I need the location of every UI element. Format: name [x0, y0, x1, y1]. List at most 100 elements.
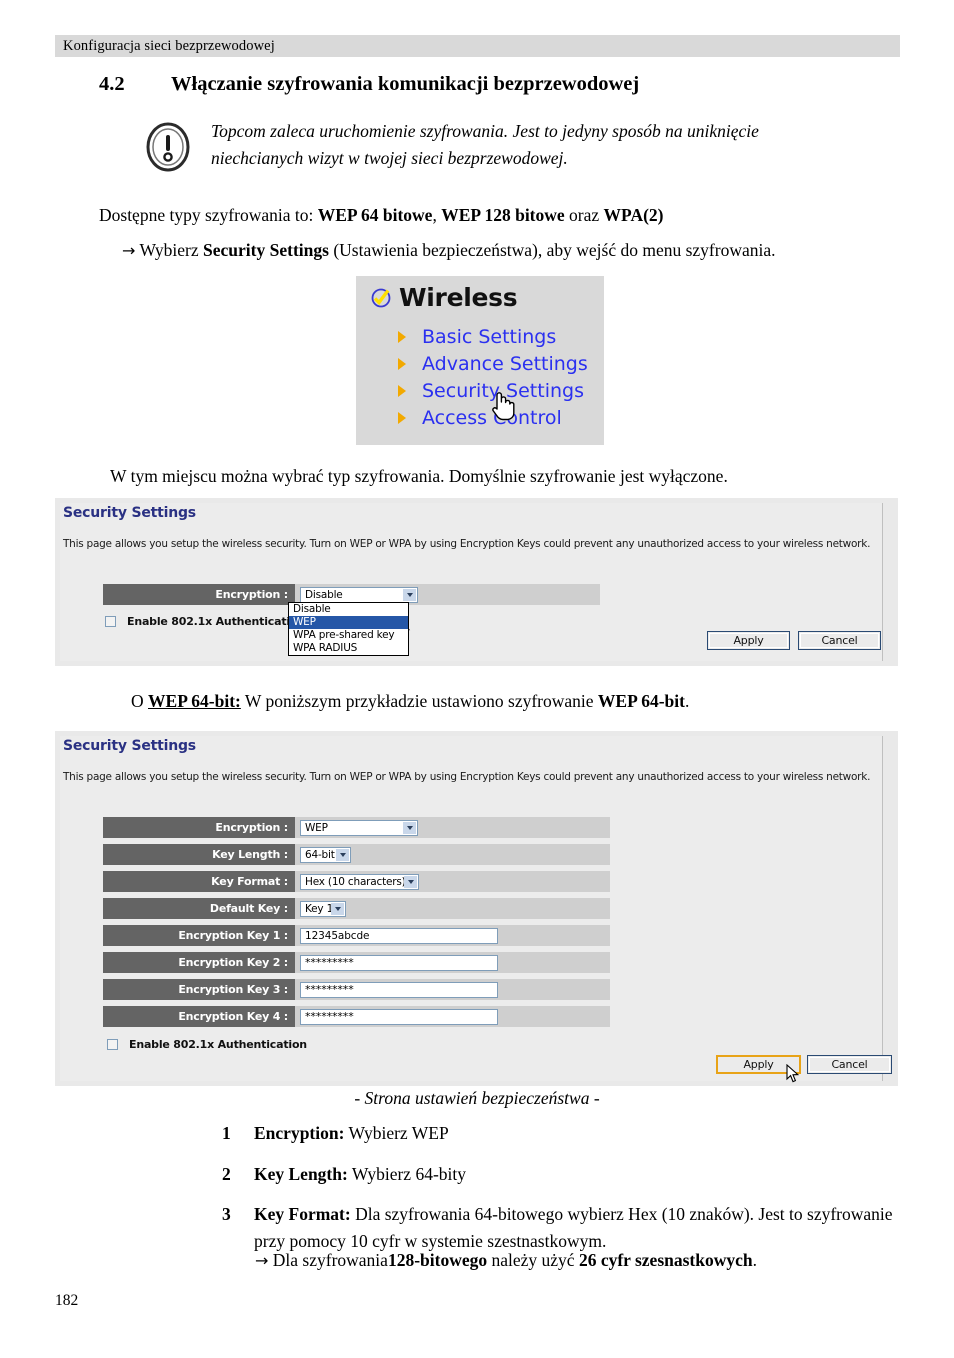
- dropdown-option-wpa-radius[interactable]: WPA RADIUS: [289, 642, 408, 655]
- encryption-select[interactable]: Disable: [300, 586, 418, 603]
- figure-caption: - Strona ustawień bezpieczeństwa -: [354, 1088, 600, 1108]
- wep64-label: WEP 64-bit:: [148, 691, 241, 711]
- step-text: Dla szyfrowania 64-bitowego wybierz Hex …: [254, 1204, 893, 1251]
- sub-note-end: .: [752, 1250, 758, 1270]
- sidebar-item-label: Access Control: [422, 406, 562, 429]
- encryption-dropdown-list[interactable]: Disable WEP WPA pre-shared key WPA RADIU…: [288, 602, 409, 656]
- panel-2-encryption-key-1-control: 12345abcde: [295, 925, 610, 946]
- encryption-key-2-input[interactable]: *********: [300, 954, 498, 971]
- panel-2-default-key-control: Key 1: [295, 898, 610, 919]
- sidebar-item-label: Security Settings: [422, 379, 584, 402]
- apply-button[interactable]: Apply: [716, 1055, 801, 1074]
- types-bold-3: WPA(2): [603, 205, 664, 225]
- step-index: 3: [222, 1204, 231, 1225]
- panel-2-encryption-key-2-control: *********: [295, 952, 610, 973]
- cancel-button[interactable]: Cancel: [798, 631, 881, 650]
- panel-1-title: Security Settings: [63, 505, 196, 521]
- paragraph-select-security-settings: → Wybierz Security Settings (Ustawienia …: [122, 237, 776, 263]
- dropdown-option-wpa-psk[interactable]: WPA pre-shared key: [289, 629, 408, 642]
- chevron-down-icon: [403, 588, 416, 601]
- panel-2-encryption-key-3-label: Encryption Key 3 :: [103, 979, 295, 1000]
- step-bold: Key Length:: [254, 1163, 348, 1184]
- encryption-key-4-input[interactable]: *********: [300, 1008, 498, 1025]
- wep64-mid: W poniższym przykładzie ustawiono szyfro…: [240, 691, 598, 711]
- panel-2-key-format-row: Key Format : Hex (10 characters): [103, 871, 610, 892]
- panel-2-encryption-control: WEP: [295, 817, 610, 838]
- sub-note-bold-1: 128-bitowego: [387, 1250, 488, 1270]
- panel-2-encryption-key-4-control: *********: [295, 1006, 610, 1027]
- triangle-bullet-icon: [398, 330, 414, 343]
- key-format-select[interactable]: Hex (10 characters): [300, 873, 419, 890]
- panel-2-encryption-key-1-label: Encryption Key 1 :: [103, 925, 295, 946]
- panel-1-8021x-checkbox-row[interactable]: Enable 802.1x Authentication: [105, 615, 305, 628]
- sidebar-item-basic-settings[interactable]: Basic Settings: [398, 323, 588, 350]
- choose-text: W tym miejscu można wybrać typ szyfrowan…: [110, 466, 728, 486]
- cancel-button[interactable]: Cancel: [807, 1055, 892, 1074]
- running-head-text: Konfiguracja sieci bezprzewodowej: [63, 37, 275, 54]
- enable-8021x-label: Enable 802.1x Authentication: [129, 1038, 307, 1051]
- step-body: Key Format: Dla szyfrowania 64-bitowego …: [254, 1201, 902, 1254]
- chevron-down-icon: [331, 902, 344, 915]
- sidebar-item-access-control[interactable]: Access Control: [398, 404, 588, 431]
- panel-2-title: Security Settings: [63, 738, 196, 754]
- sub-note-mid: należy użyć: [487, 1250, 579, 1270]
- sidebar-item-security-settings[interactable]: Security Settings: [398, 377, 588, 404]
- step-index: 2: [222, 1163, 231, 1184]
- section-title: Włączanie szyfrowania komunikacji bezprz…: [171, 73, 640, 95]
- list-item: 2 Key Length: Wybierz 64-bity: [222, 1161, 902, 1188]
- wep64-end: .: [684, 691, 690, 711]
- encryption-key-1-value: 12345abcde: [305, 929, 370, 942]
- panel-2-key-length-control: 64-bit: [295, 844, 610, 865]
- dropdown-option-disable[interactable]: Disable: [289, 603, 408, 616]
- sub-note-pre: Dla szyfrowania: [268, 1250, 388, 1270]
- panel-2-encryption-key-1-row: Encryption Key 1 : 12345abcde: [103, 925, 610, 946]
- wep64-bold: WEP 64-bit: [597, 691, 685, 711]
- key-length-select[interactable]: 64-bit: [300, 846, 351, 863]
- sub-note-bold-2: 26 cyfr szesnastkowych: [578, 1250, 753, 1270]
- paragraph-encryption-types: Dostępne typy szyfrowania to: WEP 64 bit…: [99, 202, 663, 228]
- wireless-menu-screenshot: Wireless Basic Settings Advance Settings…: [356, 276, 604, 445]
- sidebar-item-label: Advance Settings: [422, 352, 588, 375]
- encryption-select[interactable]: WEP: [300, 819, 418, 836]
- check-circle-icon: [370, 287, 392, 309]
- types-mid: oraz: [564, 205, 604, 225]
- chevron-down-icon: [403, 821, 416, 834]
- apply-button[interactable]: Apply: [707, 631, 790, 650]
- panel-1-encryption-label: Encryption :: [103, 584, 295, 605]
- panel-2-key-format-label: Key Format :: [103, 871, 295, 892]
- steps-list: 1 Encryption: Wybierz WEP 2 Key Length: …: [222, 1120, 902, 1268]
- panel-2-encryption-key-2-row: Encryption Key 2 : *********: [103, 952, 610, 973]
- apply-button-label: Apply: [743, 1058, 774, 1071]
- cancel-button-label: Cancel: [821, 634, 858, 647]
- page-number: 182: [55, 1292, 79, 1309]
- key-format-select-value: Hex (10 characters): [305, 875, 406, 888]
- encryption-key-3-input[interactable]: *********: [300, 981, 498, 998]
- sidebar-item-label: Basic Settings: [422, 325, 557, 348]
- default-key-select[interactable]: Key 1: [300, 900, 346, 917]
- enable-8021x-checkbox[interactable]: [105, 616, 116, 627]
- dropdown-option-wep[interactable]: WEP: [289, 616, 408, 629]
- triangle-bullet-icon: [398, 411, 414, 424]
- panel-2-encryption-key-3-control: *********: [295, 979, 610, 1000]
- select-bold: Security Settings: [203, 240, 329, 260]
- security-settings-panel-1: Security Settings This page allows you s…: [55, 498, 898, 666]
- panel-2-encryption-label: Encryption :: [103, 817, 295, 838]
- panel-2-8021x-checkbox-row[interactable]: Enable 802.1x Authentication: [107, 1038, 307, 1051]
- sidebar-item-advance-settings[interactable]: Advance Settings: [398, 350, 588, 377]
- exclamation-note-icon: [145, 122, 191, 172]
- types-prefix: Dostępne typy szyfrowania to:: [99, 205, 318, 225]
- list-item: 1 Encryption: Wybierz WEP: [222, 1120, 902, 1147]
- panel-1-description: This page allows you setup the wireless …: [63, 538, 871, 550]
- encryption-key-1-input[interactable]: 12345abcde: [300, 927, 498, 944]
- panel-2-description: This page allows you setup the wireless …: [63, 771, 871, 783]
- enable-8021x-checkbox[interactable]: [107, 1039, 118, 1050]
- encryption-key-4-value: *********: [305, 1010, 354, 1023]
- cancel-button-label: Cancel: [831, 1058, 868, 1071]
- triangle-bullet-icon: [398, 357, 414, 370]
- panel-2-key-length-label: Key Length :: [103, 844, 295, 865]
- arrow-glyph: →: [255, 1251, 269, 1270]
- types-bold-2: WEP 128 bitowe: [441, 205, 565, 225]
- panel-2-encryption-row: Encryption : WEP: [103, 817, 610, 838]
- apply-button-label: Apply: [733, 634, 764, 647]
- wireless-menu-list: Basic Settings Advance Settings Security…: [398, 323, 588, 431]
